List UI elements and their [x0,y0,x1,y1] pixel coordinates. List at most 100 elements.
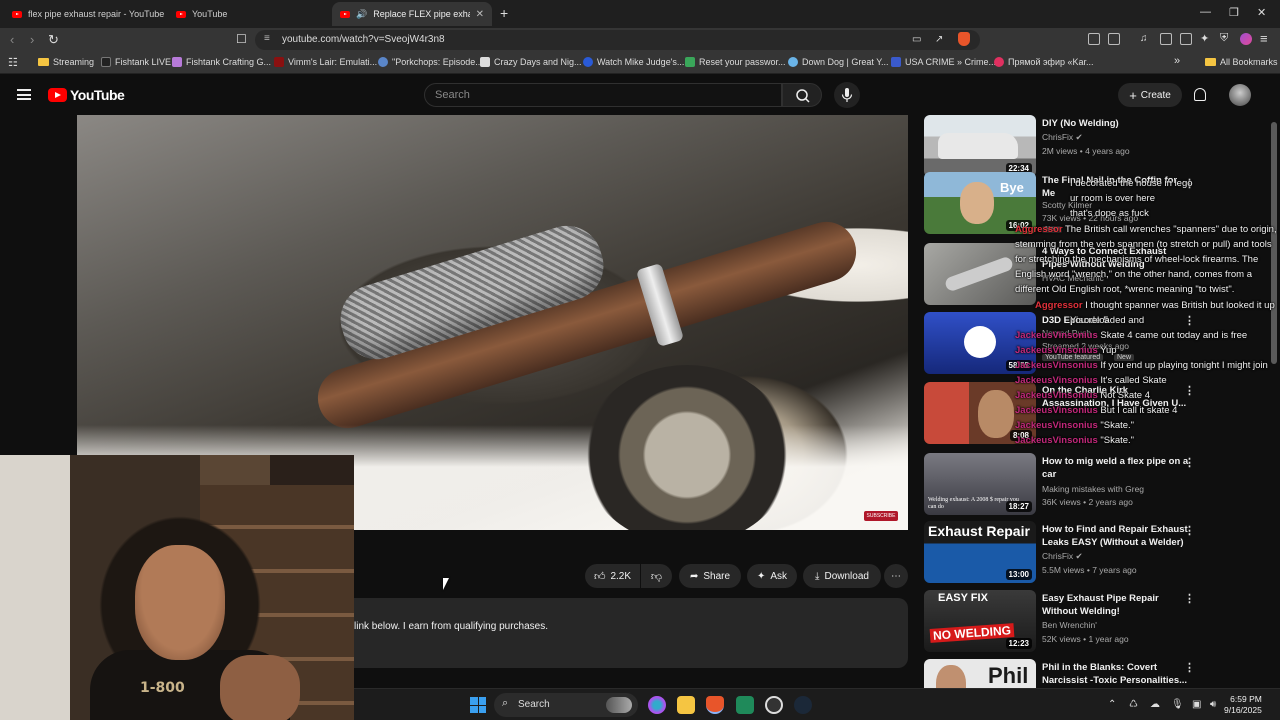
profile-icon[interactable] [1240,33,1252,45]
wallet-icon[interactable] [1180,33,1192,45]
leo-ai-icon[interactable]: ✦ [1200,32,1209,45]
chat-message: Aggressor I thought spanner was British … [1035,300,1275,311]
account-avatar[interactable] [1229,84,1251,106]
video-thumbnail[interactable]: EASY FIX NO WELDING 12:23 [924,590,1036,652]
more-options-icon[interactable]: ⋮ [1184,661,1195,674]
all-bookmarks-folder[interactable]: All Bookmarks [1205,57,1278,67]
bookmark-down-dog[interactable]: Down Dog | Great Y... [788,57,889,67]
file-explorer-icon[interactable] [677,696,695,714]
copilot-icon[interactable] [648,696,666,714]
channel-name[interactable]: Ben Wrenchin' [1042,620,1097,630]
more-actions-button[interactable]: ⋯ [884,564,908,588]
taskbar-clock[interactable]: 6:59 PM 9/16/2025 [1224,694,1262,716]
spreadsheet-icon[interactable] [736,696,754,714]
share-page-icon[interactable]: ↗ [935,34,943,45]
recommendation-item[interactable]: Exhaust Repair 13:00 How to Find and Rep… [922,521,1272,583]
forward-icon[interactable]: › [30,32,34,47]
dislike-button[interactable]: 👎︎ [641,564,672,588]
extension-screen-icon[interactable] [1108,33,1120,45]
close-tab-icon[interactable]: ✕ [476,9,484,20]
close-window-icon[interactable]: ✕ [1257,6,1266,19]
like-button[interactable]: 👍︎ 2.2K [585,564,640,588]
sidebar-toggle-icon[interactable] [1160,33,1172,45]
more-options-icon[interactable]: ⋮ [1184,524,1195,537]
back-icon[interactable]: ‹ [10,32,14,47]
maximize-icon[interactable]: ❐ [1229,6,1239,19]
channel-name[interactable]: ChrisFix ✔ [1042,551,1083,562]
notifications-bell-icon[interactable] [1194,88,1206,101]
site-info-icon[interactable]: ≡ [264,33,270,44]
minimize-icon[interactable]: — [1200,6,1211,18]
create-button[interactable]: + Create [1118,83,1182,107]
bookmark-crazy-days[interactable]: Crazy Days and Nig... [480,57,582,67]
video-thumbnail[interactable]: Phil [924,659,1036,688]
media-icon[interactable]: ♫ [1140,33,1148,44]
tray-overflow-icon[interactable]: ⌃ [1108,699,1116,710]
tray-app-icon[interactable]: ♺ [1129,699,1138,710]
ask-button[interactable]: ✦ Ask [747,564,797,588]
apps-grid-icon[interactable]: ☷ [8,56,18,69]
chat-username: JackeusVinsonius [1015,345,1098,356]
cloud-icon[interactable]: ☁ [1150,699,1160,710]
bookmark-mike-judge[interactable]: Watch Mike Judge's... [583,57,684,67]
more-options-icon[interactable]: ⋮ [1184,592,1195,605]
video-thumbnail[interactable]: Exhaust Repair 13:00 [924,521,1036,583]
down-dog-icon [788,57,798,67]
bookmark-live-stream[interactable]: Прямой эфир «Kar... [994,57,1094,67]
bookmark-icon[interactable]: ☐ [236,32,247,46]
verified-check-icon: ✔ [1075,551,1083,561]
shirt-print: 1-800 [140,680,185,696]
bookmark-porkchops[interactable]: "Porkchops: Episode... [378,57,483,67]
thumbnail-text-2: NO WELDING [929,623,1015,643]
url-field[interactable]: ≡ youtube.com/watch?v=SveojW4r3n8 [255,30,980,50]
recommendation-title[interactable]: How to Find and Repair Exhaust Leaks EAS… [1042,523,1192,549]
microphone-tray-icon[interactable]: 🎙︎ [1171,699,1184,710]
volume-icon[interactable]: 🔊︎ [1210,699,1216,710]
search-input[interactable]: Search [424,83,782,107]
search-button[interactable] [782,83,822,107]
vpn-icon[interactable]: ⛨ [1220,32,1228,45]
extension-puzzle-icon[interactable] [1088,33,1100,45]
brave-shield-icon[interactable] [958,32,970,46]
tab-youtube[interactable]: YouTube [168,2,328,26]
recommendation-item[interactable]: Phil Phil in the Blanks: Covert Narcissi… [922,659,1272,688]
windows-start-icon[interactable] [470,697,486,713]
taskbar-search[interactable]: ⌕ Search [494,693,638,717]
obs-icon[interactable] [765,696,783,714]
description-box[interactable]: link below. I earn from qualifying purch… [354,598,908,668]
video-thumbnail[interactable]: Welding exhaust: A 2008 $ repair you can… [924,453,1036,515]
share-arrow-icon: ➦ [689,570,699,582]
guide-menu-icon[interactable] [17,89,31,100]
youtube-logo[interactable]: YouTube [48,87,125,103]
video-meta: 52K views • 1 year ago [1042,634,1129,644]
recommendation-title[interactable]: Easy Exhaust Pipe Repair Without Welding… [1042,592,1192,618]
recommendation-item[interactable]: EASY FIX NO WELDING 12:23 Easy Exhaust P… [922,590,1272,652]
recommendation-title[interactable]: DIY (No Welding) [1042,117,1192,130]
channel-name[interactable]: Making mistakes with Greg [1042,484,1144,494]
bookmark-fishtank-crafting[interactable]: Fishtank Crafting G... [172,57,271,67]
tab-replace-flex-pipe[interactable]: 🔊 Replace FLEX pipe exhaust pi ✕ [332,2,492,26]
cast-icon[interactable]: ▭ [912,34,921,45]
recommendation-title[interactable]: Phil in the Blanks: Covert Narcissist -T… [1042,661,1192,687]
recommendation-item[interactable]: Welding exhaust: A 2008 $ repair you can… [922,453,1272,515]
download-button[interactable]: ⤓ Download [803,564,881,588]
bookmark-usa-crime[interactable]: USA CRIME » Crime... [891,57,996,67]
bookmark-streaming[interactable]: Streaming [38,57,94,67]
sparkle-icon: ✦ [756,570,766,582]
brave-browser-icon[interactable] [706,696,724,714]
network-icon[interactable]: ▣ [1192,699,1201,710]
bookmark-fishtank-live[interactable]: Fishtank LIVE [101,57,171,67]
more-bookmarks-icon[interactable]: » [1174,55,1180,67]
bookmark-vimms-lair[interactable]: Vimm's Lair: Emulati... [274,57,377,67]
voice-search-button[interactable] [834,82,860,108]
steam-icon[interactable] [794,696,812,714]
menu-icon[interactable]: ≡ [1260,31,1268,46]
subscribe-watermark[interactable]: SUBSCRIBE [864,511,898,521]
reload-icon[interactable]: ↻ [48,32,59,48]
new-tab-button[interactable]: + [500,5,508,21]
tab-flex-pipe-search[interactable]: flex pipe exhaust repair - YouTube [4,2,164,26]
verified-check-icon: ✔ [1075,132,1083,142]
bookmark-reset-password[interactable]: Reset your passwor... [685,57,786,67]
share-button[interactable]: ➦ Share [679,564,741,588]
channel-name[interactable]: ChrisFix ✔ [1042,132,1083,143]
